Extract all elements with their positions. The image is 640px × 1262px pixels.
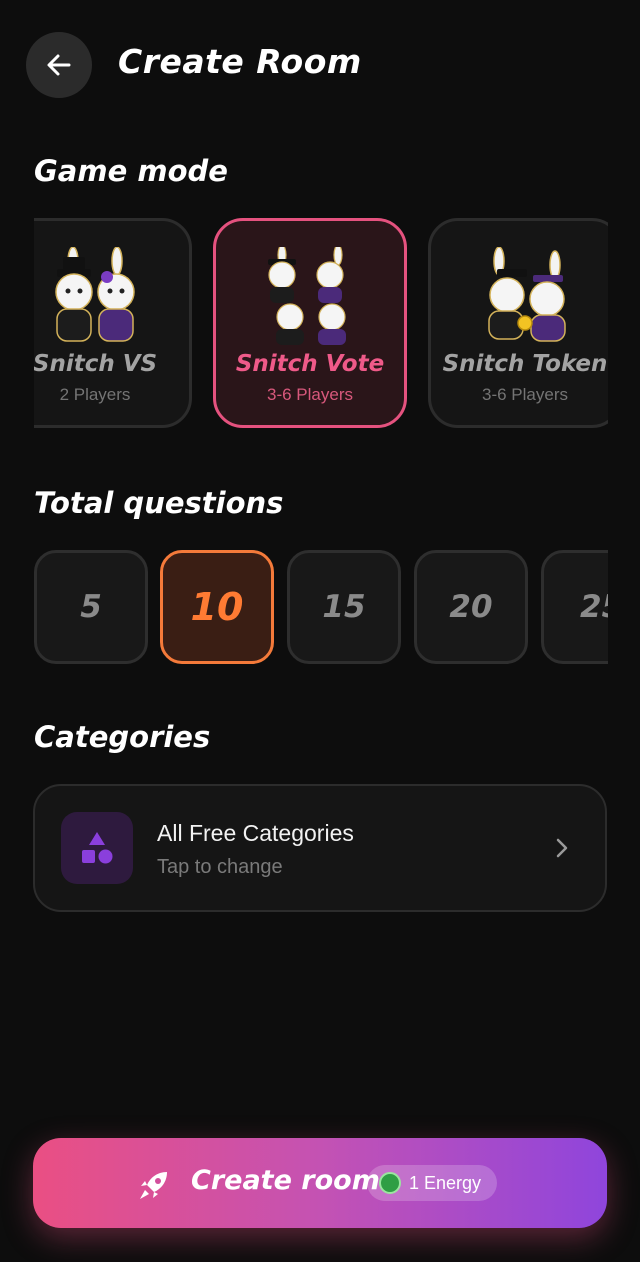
shapes-icon — [61, 812, 133, 884]
category-subtitle: Tap to change — [157, 856, 283, 878]
mode-name: Snitch VS — [34, 351, 158, 377]
question-option-20[interactable]: 20 — [414, 550, 528, 664]
question-option-10[interactable]: 10 — [160, 550, 274, 664]
rocket-icon — [140, 1172, 167, 1199]
mode-card-snitch-token[interactable]: Snitch Token 3-6 Players — [428, 218, 608, 428]
bunnies-group-illustration — [268, 247, 346, 345]
categories-heading: Categories — [34, 720, 211, 754]
total-questions-heading: Total questions — [34, 486, 284, 520]
mode-card-snitch-vs[interactable]: Snitch VS 2 Players — [34, 218, 192, 428]
mode-players: 3-6 Players — [482, 385, 568, 404]
question-option-5[interactable]: 5 — [34, 550, 148, 664]
back-button[interactable] — [26, 32, 92, 98]
mode-players: 3-6 Players — [267, 385, 353, 404]
arrow-left-icon — [47, 54, 71, 76]
bunnies-token-illustration — [488, 247, 566, 342]
page-title: Create Room — [118, 42, 362, 81]
bunnies-duo-illustration — [55, 247, 135, 342]
energy-icon — [379, 1172, 401, 1194]
game-mode-carousel[interactable]: Snitch VS 2 Players Snitch Vote 3-6 Play… — [34, 216, 608, 430]
question-option-25[interactable]: 25 — [541, 550, 608, 664]
chevron-right-icon — [556, 838, 568, 858]
category-title: All Free Categories — [157, 820, 354, 846]
mode-card-snitch-vote[interactable]: Snitch Vote 3-6 Players — [213, 218, 407, 428]
category-selector[interactable]: All Free Categories Tap to change — [33, 784, 607, 912]
energy-label: 1 Energy — [409, 1172, 482, 1193]
mode-players: 2 Players — [59, 385, 131, 404]
create-room-button[interactable]: Create room 1 Energy — [33, 1138, 607, 1228]
create-room-label: Create room — [191, 1165, 380, 1196]
question-option-15[interactable]: 15 — [287, 550, 401, 664]
game-mode-heading: Game mode — [34, 154, 228, 188]
create-room-screen: Create Room Game mode Snitch VS 2 Player… — [0, 0, 640, 1262]
energy-cost-badge: 1 Energy — [367, 1165, 498, 1201]
mode-name: Snitch Token — [442, 351, 608, 377]
mode-name: Snitch Vote — [235, 351, 385, 377]
question-count-selector[interactable]: 5 10 15 20 25 — [34, 550, 608, 666]
